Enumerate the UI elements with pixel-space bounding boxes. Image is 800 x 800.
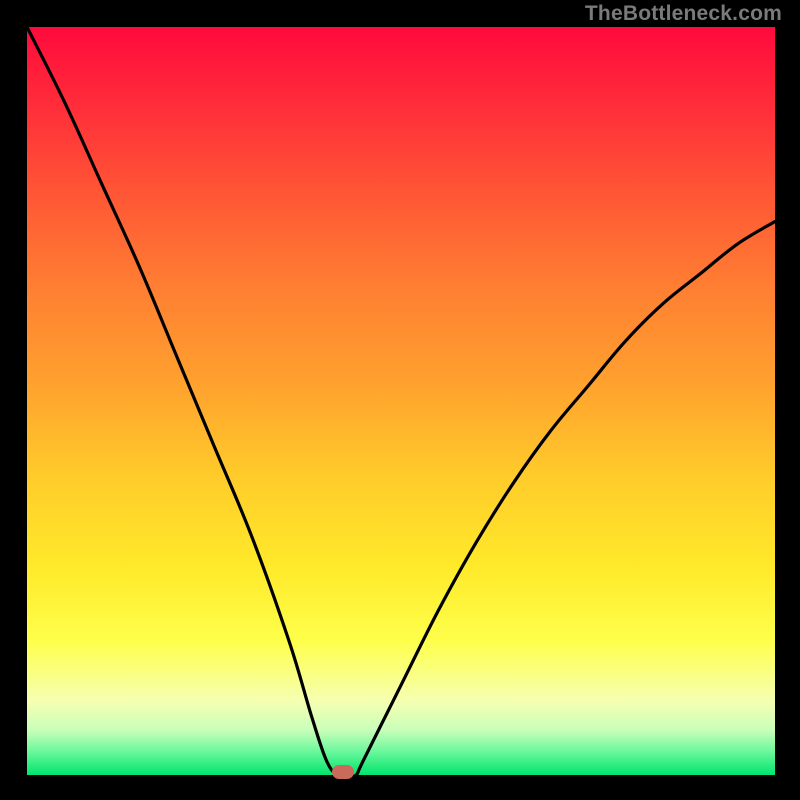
curve-svg <box>27 27 775 775</box>
optimal-point-marker <box>332 765 354 779</box>
outer-frame: TheBottleneck.com <box>0 0 800 800</box>
watermark-text: TheBottleneck.com <box>585 2 782 26</box>
bottleneck-curve-path <box>27 27 775 776</box>
chart-plot-area <box>27 27 775 775</box>
